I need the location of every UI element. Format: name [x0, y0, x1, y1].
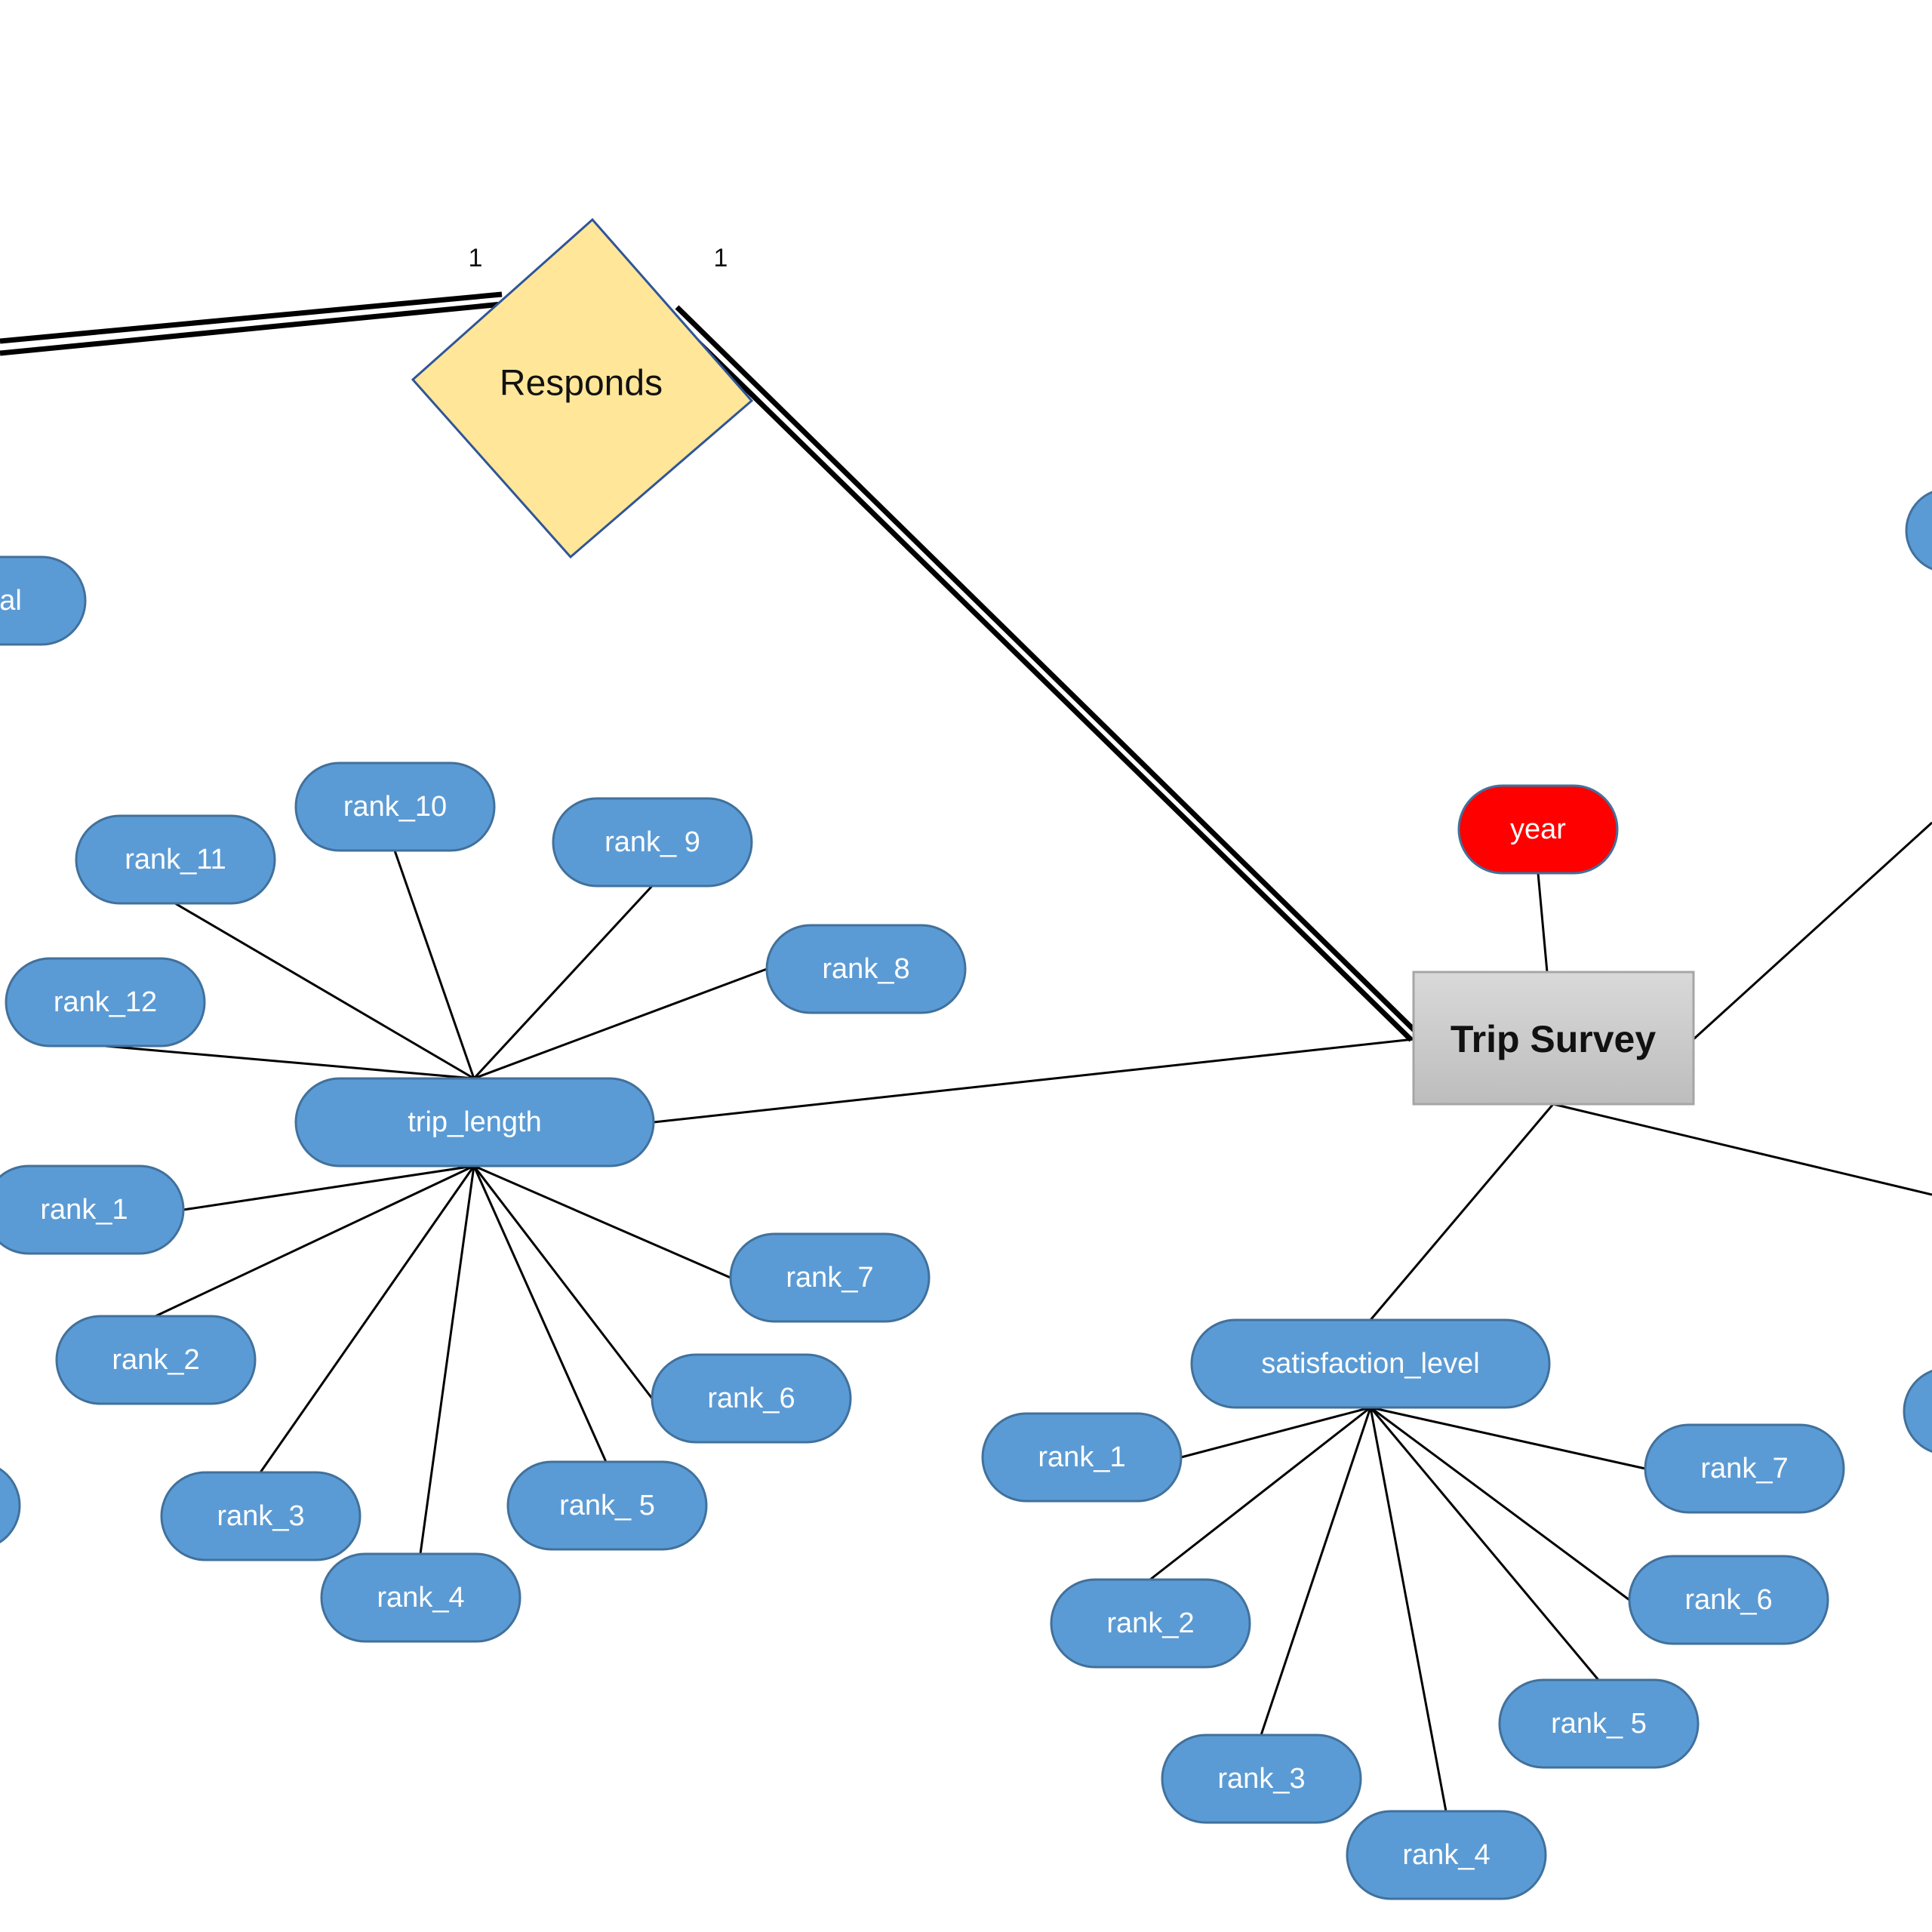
- partial-attribute-right-bottom[interactable]: [1903, 1368, 1932, 1454]
- key-attribute-label: year: [1510, 814, 1566, 845]
- attribute-label: satisfaction_level: [1261, 1348, 1479, 1380]
- attribute-satisfaction-rank_2[interactable]: rank_2: [1050, 1578, 1251, 1669]
- attribute-label: rank_4: [377, 1582, 464, 1614]
- line-trip-length-child: [259, 1165, 475, 1473]
- line-trip-length-entity: [653, 1038, 1414, 1124]
- line-trip-length-child: [183, 1164, 475, 1211]
- attribute-label: rank_2: [112, 1344, 199, 1376]
- attribute-label: rank_6: [1684, 1584, 1772, 1616]
- attribute-label: rank_6: [707, 1383, 795, 1414]
- attribute-label: rank_4: [1402, 1839, 1490, 1871]
- composite-attribute-trip-length[interactable]: trip_length: [294, 1077, 655, 1168]
- relationship-label: Responds: [500, 364, 663, 404]
- attribute-label: rank_7: [1700, 1453, 1788, 1484]
- composite-attribute-satisfaction-level[interactable]: satisfaction_level: [1190, 1318, 1551, 1409]
- attribute-trip-length-rank_4[interactable]: rank_4: [320, 1552, 521, 1643]
- attribute-label: rank_10: [343, 791, 447, 823]
- line-satisfaction-child: [1369, 1407, 1447, 1812]
- participation-line-left: [0, 291, 503, 356]
- line-satisfaction-child: [1260, 1407, 1372, 1736]
- attribute-trip-length-rank_7[interactable]: rank_7: [729, 1232, 931, 1323]
- relationship-responds[interactable]: Responds: [411, 217, 754, 559]
- entity-label: Trip Survey: [1451, 1018, 1657, 1060]
- attribute-trip-length-rank_8[interactable]: rank_8: [765, 924, 967, 1014]
- attribute-label: rank_ 9: [605, 826, 700, 858]
- attribute-label: rank_3: [1217, 1763, 1305, 1795]
- attribute-label: rank_12: [54, 986, 157, 1018]
- entity-trip-survey[interactable]: Trip Survey: [1412, 971, 1695, 1106]
- attribute-satisfaction-rank_1[interactable]: rank_1: [981, 1412, 1183, 1503]
- attribute-label: rank_ 5: [559, 1490, 655, 1521]
- line-trip-length-child: [393, 850, 475, 1079]
- attribute-label: rank_1: [40, 1194, 128, 1226]
- er-diagram-canvas: Responds 1 1 Trip Survey year rank_1rank…: [0, 217, 1932, 1900]
- line-trip-length-child: [174, 902, 475, 1080]
- attribute-label: rank_2: [1106, 1607, 1194, 1639]
- line-satisfaction-entity: [1369, 1103, 1555, 1321]
- participation-line-right: [669, 305, 1419, 1042]
- line-trip-length-child: [104, 1044, 475, 1080]
- partial-attribute-left-top[interactable]: al: [0, 555, 87, 646]
- line-satisfaction-child: [1180, 1406, 1371, 1459]
- attribute-trip-length-rank_12[interactable]: rank_12: [5, 957, 206, 1048]
- attribute-satisfaction-rank_7[interactable]: rank_7: [1644, 1423, 1845, 1514]
- line-trip-length-child: [419, 1165, 475, 1555]
- attribute-trip-length-rank_9[interactable]: rank_ 9: [552, 797, 753, 888]
- attribute-trip-length-rank_3[interactable]: rank_3: [160, 1471, 361, 1561]
- attribute-label: rank_7: [786, 1262, 873, 1294]
- line-satisfaction-child: [1369, 1407, 1600, 1681]
- line-trip-length-child: [472, 884, 654, 1080]
- key-attribute-year[interactable]: year: [1457, 784, 1619, 875]
- partial-attribute-label: al: [0, 585, 22, 617]
- attribute-label: rank_3: [217, 1500, 304, 1532]
- attribute-satisfaction-rank_5[interactable]: rank_ 5: [1498, 1678, 1700, 1769]
- attribute-pills: rank_1rank_2rank_3rank_4rank_ 5rank_6ran…: [0, 761, 1845, 1900]
- line-entity-right-top: [1692, 821, 1932, 1041]
- attribute-trip-length-rank_5[interactable]: rank_ 5: [506, 1460, 708, 1551]
- partial-attribute-left-bottom[interactable]: [0, 1462, 21, 1549]
- attribute-trip-length-rank_6[interactable]: rank_6: [651, 1353, 852, 1444]
- attribute-trip-length-rank_1[interactable]: rank_1: [0, 1164, 185, 1255]
- attribute-satisfaction-rank_6[interactable]: rank_6: [1628, 1555, 1829, 1645]
- attribute-trip-length-rank_11[interactable]: rank_11: [75, 814, 276, 905]
- cardinality-right: 1: [714, 244, 728, 272]
- attribute-label: trip_length: [408, 1106, 541, 1138]
- line-trip-length-child: [473, 968, 768, 1080]
- attribute-label: rank_1: [1038, 1441, 1125, 1473]
- line-trip-length-child: [473, 1164, 731, 1279]
- cardinality-left: 1: [469, 244, 483, 272]
- attribute-satisfaction-rank_4[interactable]: rank_4: [1346, 1810, 1547, 1900]
- partial-attribute-right-top[interactable]: [1905, 489, 1932, 572]
- line-satisfaction-child: [1149, 1406, 1371, 1581]
- attribute-satisfaction-rank_3[interactable]: rank_3: [1161, 1734, 1362, 1824]
- attribute-trip-length-rank_2[interactable]: rank_2: [55, 1315, 257, 1405]
- line-entity-right-bottom: [1552, 1103, 1932, 1196]
- attribute-label: rank_11: [125, 844, 226, 875]
- line-year-entity: [1537, 872, 1549, 973]
- attribute-label: rank_8: [822, 953, 909, 985]
- attribute-label: rank_ 5: [1551, 1708, 1647, 1740]
- attribute-trip-length-rank_10[interactable]: rank_10: [294, 761, 496, 852]
- line-trip-length-child: [155, 1164, 475, 1318]
